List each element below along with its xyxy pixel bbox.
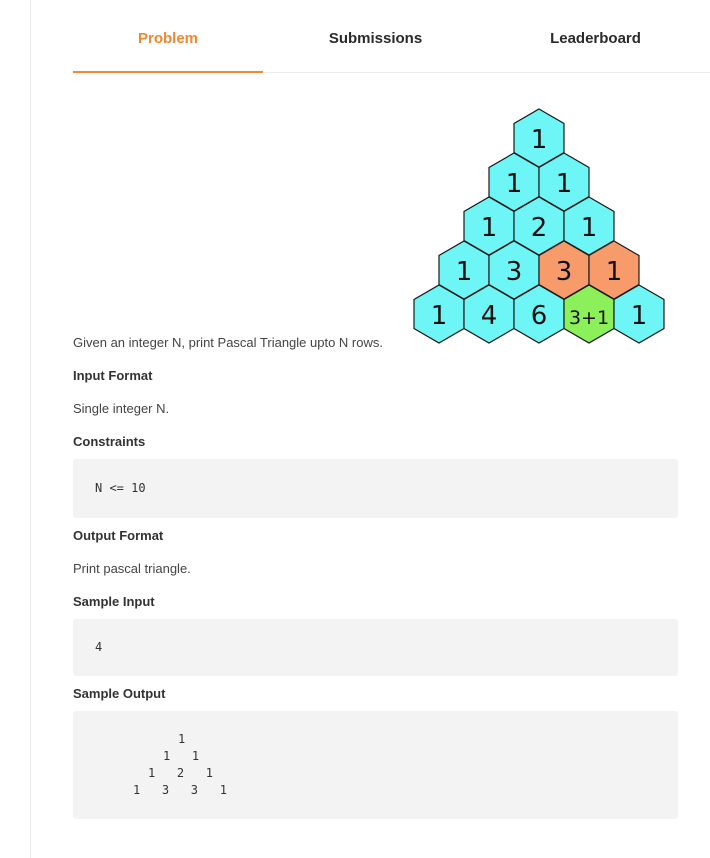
hex-cell-label: 1 [506, 169, 523, 199]
hex-cell-label: 2 [531, 213, 548, 243]
hex-cell-label: 3 [556, 257, 573, 287]
sample-output-line: 1 [178, 732, 186, 746]
hex-cell-label: 1 [481, 213, 498, 243]
hex-cell-label: 4 [481, 301, 498, 331]
hex-cell-label: 6 [531, 301, 548, 331]
pascal-triangle-figure: 11 11 2 11 3 3 11 4 6 3+1 1 [413, 108, 665, 344]
hex-cell-label: 1 [431, 301, 448, 331]
hex-cell-label: 3 [506, 257, 523, 287]
sample-output-line: 1 3 3 1 [133, 783, 227, 797]
output-format-text: Print pascal triangle. [73, 561, 191, 576]
sample-output-code-block: 1 1 1 1 2 1 1 3 3 1 [73, 711, 678, 819]
sample-output-heading: Sample Output [73, 686, 166, 701]
hex-cell-label: 1 [606, 257, 623, 287]
output-format-heading: Output Format [73, 528, 164, 543]
hex-cell-label: 1 [556, 169, 573, 199]
hex-cell-label: 1 [631, 301, 648, 331]
constraints-code: N <= 10 [95, 481, 146, 495]
hex-cell-label: 1 [531, 125, 548, 155]
sample-output-line: 1 2 1 [148, 766, 214, 780]
hex-cell-label: 1 [456, 257, 473, 287]
sample-input-heading: Sample Input [73, 594, 155, 609]
hex-cell-label: 1 [581, 213, 598, 243]
hex-cell-label: 3+1 [569, 307, 609, 329]
problem-description: Given an integer N, print Pascal Triangl… [73, 335, 383, 350]
constraints-heading: Constraints [73, 434, 146, 449]
input-format-heading: Input Format [73, 368, 153, 383]
sample-input-code-block: 4 [73, 619, 678, 676]
sample-output-line: 1 1 [163, 749, 200, 763]
constraints-code-block: N <= 10 [73, 459, 678, 518]
input-format-text: Single integer N. [73, 401, 170, 416]
sample-input-code: 4 [95, 640, 103, 654]
